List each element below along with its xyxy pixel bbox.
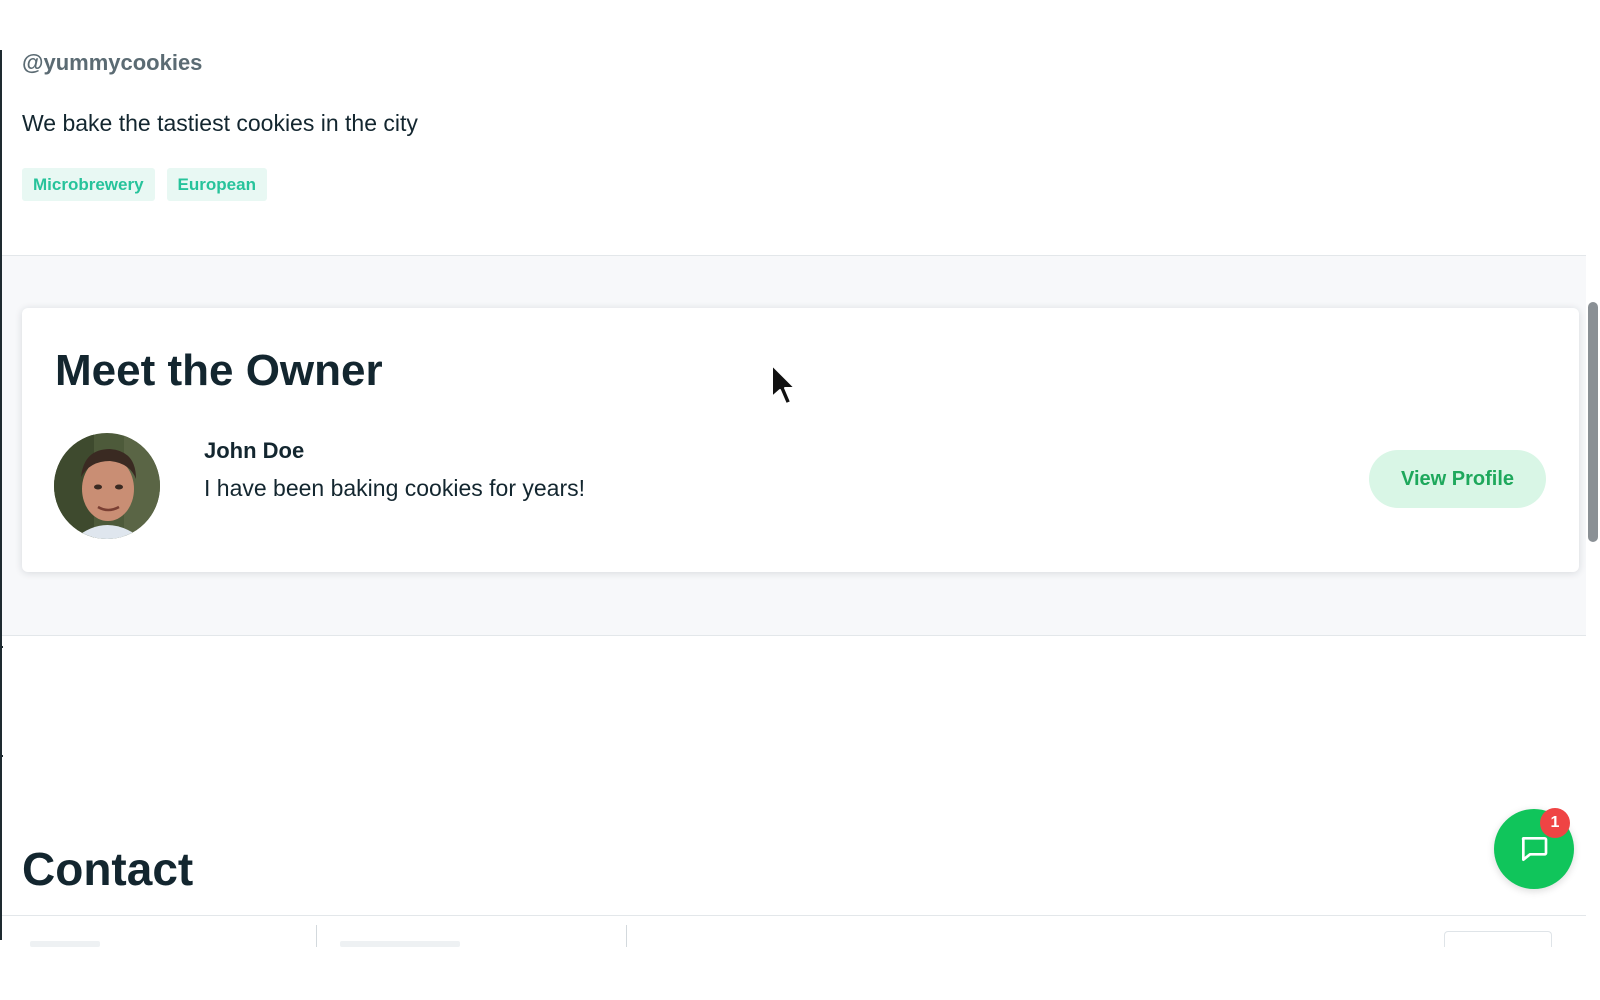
chat-unread-badge: 1 bbox=[1540, 808, 1570, 838]
profile-tagline: We bake the tastiest cookies in the city bbox=[22, 110, 418, 136]
tab-separator bbox=[316, 925, 317, 947]
chat-bubble-icon bbox=[1521, 837, 1548, 861]
window-left-edge bbox=[0, 50, 2, 940]
section-divider bbox=[0, 635, 1600, 636]
tab-separator bbox=[626, 925, 627, 947]
page-bottom bbox=[0, 947, 1600, 1000]
profile-handle: @yummycookies bbox=[22, 50, 203, 75]
view-profile-button[interactable]: View Profile bbox=[1369, 450, 1546, 508]
tag-european[interactable]: European bbox=[166, 168, 267, 201]
tag-microbrewery[interactable]: Microbrewery bbox=[22, 168, 155, 201]
owner-card: Meet the Owner John Doe I have been baki… bbox=[22, 308, 1579, 572]
scrollbar-track[interactable] bbox=[1586, 0, 1600, 1000]
owner-bio: I have been baking cookies for years! bbox=[204, 475, 586, 501]
scrollbar-thumb[interactable] bbox=[1588, 302, 1598, 542]
mouse-cursor-icon bbox=[771, 364, 796, 405]
contact-tabs-strip bbox=[0, 915, 1600, 953]
edge-tick bbox=[0, 646, 3, 648]
edge-tick bbox=[0, 755, 3, 757]
owner-avatar bbox=[54, 433, 160, 539]
profile-tags: Microbrewery European bbox=[22, 168, 267, 201]
owner-section: Meet the Owner John Doe I have been baki… bbox=[0, 256, 1600, 635]
page: @yummycookies We bake the tastiest cooki… bbox=[0, 0, 1600, 1000]
owner-name: John Doe bbox=[204, 438, 305, 463]
profile-header: @yummycookies We bake the tastiest cooki… bbox=[0, 0, 1600, 256]
contact-section-title: Contact bbox=[22, 843, 194, 895]
owner-section-title: Meet the Owner bbox=[55, 346, 383, 395]
